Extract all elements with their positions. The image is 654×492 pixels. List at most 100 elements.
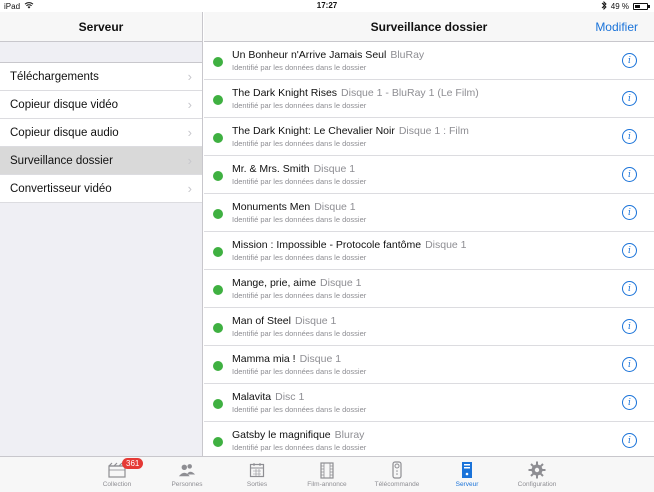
info-icon[interactable]: i xyxy=(622,129,637,144)
item-status: Identifié par les données dans le dossie… xyxy=(232,253,367,262)
chevron-right-icon: › xyxy=(187,153,192,168)
list-item[interactable]: Man of Steel Disque 1 Identifié par les d… xyxy=(204,308,654,346)
status-dot-icon xyxy=(213,57,223,67)
list-item[interactable]: Un Bonheur n'Arrive Jamais Seul BluRay Id… xyxy=(204,42,654,80)
status-dot-icon xyxy=(213,323,223,333)
item-status: Identifié par les données dans le dossie… xyxy=(232,177,367,186)
tab-label: Configuration xyxy=(517,481,557,488)
calendar-icon xyxy=(248,461,266,479)
info-icon[interactable]: i xyxy=(622,281,637,296)
watch-folder-list: Un Bonheur n'Arrive Jamais Seul BluRay Id… xyxy=(204,42,654,456)
list-item[interactable]: Malavita Disc 1 Identifié par les données… xyxy=(204,384,654,422)
item-disc: Disque 1 xyxy=(320,277,362,289)
remote-icon xyxy=(388,461,406,479)
master-title: Serveur xyxy=(78,19,124,34)
item-status: Identifié par les données dans le dossie… xyxy=(232,139,367,148)
tab-personnes[interactable]: Personnes xyxy=(152,457,222,492)
menu-item-telechargements[interactable]: Téléchargements › xyxy=(0,63,202,91)
item-title: Mr. & Mrs. Smith xyxy=(232,163,310,175)
item-status: Identifié par les données dans le dossie… xyxy=(232,63,367,72)
list-item[interactable]: The Dark Knight Rises Disque 1 - BluRay 1… xyxy=(204,80,654,118)
status-dot-icon xyxy=(213,171,223,181)
info-icon[interactable]: i xyxy=(622,319,637,334)
list-item[interactable]: The Dark Knight: Le Chevalier Noir Disque… xyxy=(204,118,654,156)
tab-label: Collection xyxy=(102,481,132,488)
item-status: Identifié par les données dans le dossie… xyxy=(232,329,367,338)
menu-item-surveillance-dossier[interactable]: Surveillance dossier › xyxy=(0,147,202,175)
server-icon xyxy=(458,461,476,479)
info-icon[interactable]: i xyxy=(622,205,637,220)
item-status: Identifié par les données dans le dossie… xyxy=(232,291,367,300)
item-disc: Disc 1 xyxy=(275,391,305,403)
item-disc: Disque 1 : Film xyxy=(398,125,469,137)
people-icon xyxy=(178,461,196,479)
tab-film-annonce[interactable]: Film-annonce xyxy=(292,457,362,492)
battery-percent: 49 % xyxy=(610,2,629,11)
item-disc: Disque 1 xyxy=(299,353,342,365)
info-icon[interactable]: i xyxy=(622,433,637,448)
item-title: Malavita xyxy=(232,391,272,403)
status-dot-icon xyxy=(213,209,223,219)
list-item[interactable]: Mission : Impossible - Protocole fantôme… xyxy=(204,232,654,270)
status-dot-icon xyxy=(213,285,223,295)
status-dot-icon xyxy=(213,133,223,143)
status-dot-icon xyxy=(213,399,223,409)
menu-item-label: Convertisseur vidéo xyxy=(10,182,112,195)
master-list: Téléchargements › Copieur disque vidéo ›… xyxy=(0,62,202,203)
tab-collection[interactable]: 361 Collection xyxy=(82,457,152,492)
info-icon[interactable]: i xyxy=(622,395,637,410)
info-icon[interactable]: i xyxy=(622,243,637,258)
chevron-right-icon: › xyxy=(187,97,192,112)
item-title: Monuments Men xyxy=(232,201,311,213)
menu-item-label: Surveillance dossier xyxy=(10,154,113,167)
list-item[interactable]: Gatsby le magnifique Bluray Identifié par… xyxy=(204,422,654,456)
battery-icon xyxy=(633,3,650,10)
item-status: Identifié par les données dans le dossie… xyxy=(232,215,367,224)
tab-telecommande[interactable]: Télécommande xyxy=(362,457,432,492)
menu-item-convertisseur-video[interactable]: Convertisseur vidéo › xyxy=(0,175,202,203)
info-icon[interactable]: i xyxy=(622,91,637,106)
item-status: Identifié par les données dans le dossie… xyxy=(232,101,367,110)
list-item[interactable]: Mr. & Mrs. Smith Disque 1 Identifié par l… xyxy=(204,156,654,194)
collection-badge: 361 xyxy=(122,458,144,469)
item-disc: Disque 1 - BluRay 1 (Le Film) xyxy=(341,87,479,99)
list-item[interactable]: Monuments Men Disque 1 Identifié par les … xyxy=(204,194,654,232)
detail-pane: Surveillance dossier Modifier Un Bonheur… xyxy=(204,12,654,456)
status-dot-icon xyxy=(213,95,223,105)
list-item[interactable]: Mange, prie, aime Disque 1 Identifié par … xyxy=(204,270,654,308)
info-icon[interactable]: i xyxy=(622,167,637,182)
info-icon[interactable]: i xyxy=(622,357,637,372)
item-title: Man of Steel xyxy=(232,315,291,327)
menu-item-copieur-video[interactable]: Copieur disque vidéo › xyxy=(0,91,202,119)
item-title: Mamma mia ! xyxy=(232,353,296,365)
detail-navbar: Surveillance dossier Modifier xyxy=(204,12,654,42)
item-status: Identifié par les données dans le dossie… xyxy=(232,405,367,414)
item-status: Identifié par les données dans le dossie… xyxy=(232,367,367,376)
menu-item-copieur-audio[interactable]: Copieur disque audio › xyxy=(0,119,202,147)
gear-icon xyxy=(528,461,546,479)
info-icon[interactable]: i xyxy=(622,53,637,68)
tab-label: Personnes xyxy=(171,481,203,488)
clock: 17:27 xyxy=(316,1,338,10)
status-bar: iPad 17:27 49 % xyxy=(0,0,654,12)
item-title: The Dark Knight: Le Chevalier Noir xyxy=(232,125,395,137)
item-disc: Disque 1 xyxy=(313,163,356,175)
item-disc: BluRay xyxy=(390,49,425,61)
tab-sorties[interactable]: Sorties xyxy=(222,457,292,492)
item-title: Gatsby le magnifique xyxy=(232,429,331,441)
tab-configuration[interactable]: Configuration xyxy=(502,457,572,492)
item-title: Un Bonheur n'Arrive Jamais Seul xyxy=(232,49,387,61)
chevron-right-icon: › xyxy=(187,181,192,196)
chevron-right-icon: › xyxy=(187,69,192,84)
item-disc: Disque 1 xyxy=(425,239,467,251)
master-navbar: Serveur xyxy=(0,12,202,42)
item-disc: Disque 1 xyxy=(294,315,337,327)
tab-bar: 361 Collection Personnes Sorties Film-an… xyxy=(0,456,654,492)
status-dot-icon xyxy=(213,437,223,447)
tab-label: Sorties xyxy=(246,481,268,488)
item-disc: Disque 1 xyxy=(314,201,356,213)
edit-button[interactable]: Modifier xyxy=(595,20,638,34)
page-title: Surveillance dossier xyxy=(370,20,488,34)
tab-serveur[interactable]: Serveur xyxy=(432,457,502,492)
list-item[interactable]: Mamma mia ! Disque 1 Identifié par les do… xyxy=(204,346,654,384)
